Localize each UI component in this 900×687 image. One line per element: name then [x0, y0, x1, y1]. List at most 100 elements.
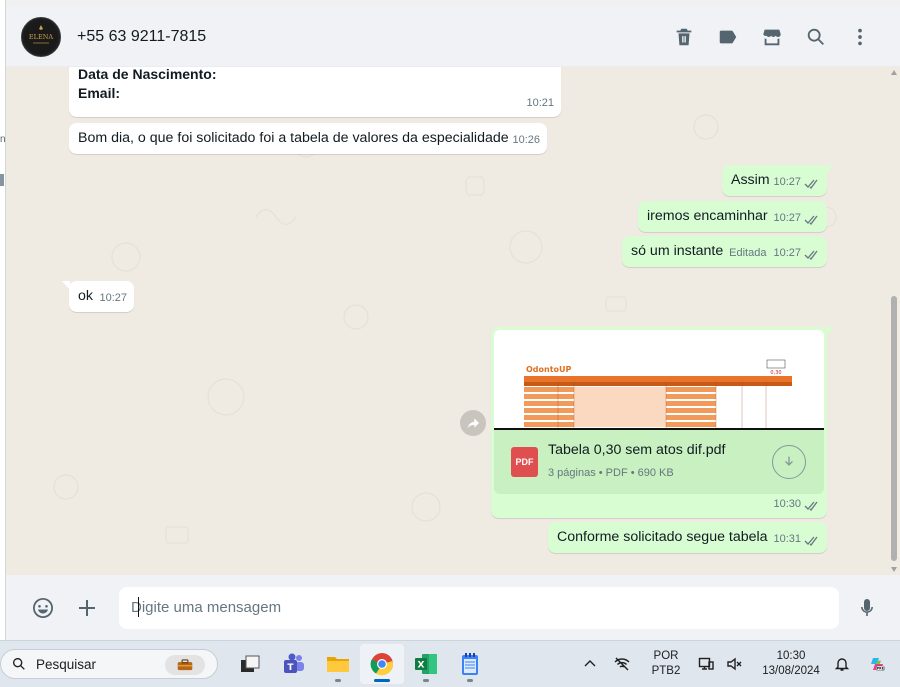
double-check-icon [804, 499, 820, 511]
notepad-icon [462, 653, 478, 675]
avatar[interactable]: ELENA [21, 16, 61, 57]
document-preview-image: OdontoUP 0,30 [494, 330, 824, 428]
message-time: 10:31 [773, 530, 820, 549]
language-indicator[interactable]: POR PTB2 [646, 649, 686, 679]
taskbar-excel[interactable]: X [404, 644, 448, 684]
document-preview[interactable]: OdontoUP 0,30 [494, 330, 824, 430]
outgoing-message[interactable]: iremos encaminhar 10:27 [638, 201, 827, 232]
keyboard-layout: PTB2 [651, 665, 681, 677]
emoji-icon [33, 597, 53, 618]
avatar-logo-icon: ELENA [24, 19, 58, 54]
search-icon [807, 28, 824, 45]
chat-header: ELENA +55 63 9211-7815 [6, 7, 900, 67]
download-button[interactable] [772, 445, 806, 479]
taskbar: Pesquisar T X POR PTB2 10:30 13/08/2024 … [0, 640, 900, 687]
scroll-down-arrow-icon[interactable] [891, 567, 897, 572]
show-hidden-icons-button[interactable] [576, 656, 604, 672]
clock-date: 13/08/2024 [762, 665, 820, 677]
catalog-button[interactable] [750, 17, 794, 57]
outgoing-message[interactable]: Assim 10:27 [722, 165, 834, 196]
taskbar-search-label: Pesquisar [36, 656, 97, 672]
message-text: Assim [731, 172, 770, 188]
message-text: Conforme solicitado segue tabela [557, 529, 768, 545]
message-time: 10:27 [773, 209, 820, 228]
left-panel-fragment [0, 174, 4, 186]
scrollbar-thumb[interactable] [891, 296, 897, 561]
message-text: ok [78, 288, 93, 304]
excel-icon: X [415, 654, 437, 674]
volume-button[interactable] [720, 656, 748, 672]
chrome-icon [370, 653, 394, 676]
running-indicator [467, 679, 473, 682]
double-check-icon [804, 248, 820, 260]
system-tray: POR PTB2 10:30 13/08/2024 PRE [576, 641, 900, 687]
store-icon [763, 29, 781, 45]
outgoing-message[interactable]: só um instante Editada 10:27 [622, 236, 827, 267]
monitor-icon [698, 657, 714, 670]
message-composer [6, 575, 900, 640]
taskbar-notepad[interactable] [448, 644, 492, 684]
attach-button[interactable] [65, 586, 109, 630]
text-caret [138, 597, 139, 617]
menu-button[interactable] [838, 17, 882, 57]
incoming-message[interactable]: Bom dia, o que foi solicitado foi a tabe… [69, 123, 547, 154]
svg-text:PRE: PRE [877, 667, 885, 671]
display-button[interactable] [692, 656, 720, 672]
active-indicator [374, 679, 390, 682]
label-button[interactable] [706, 17, 750, 57]
message-line: Data de Nascimento: [78, 67, 217, 82]
double-check-icon [804, 213, 820, 225]
message-time: 10:21 [526, 97, 554, 109]
message-text: iremos encaminhar [647, 208, 768, 224]
notifications-button[interactable] [828, 656, 856, 672]
volume-muted-icon [727, 657, 742, 671]
bell-icon [834, 658, 850, 671]
message-time: Editada 10:27 [729, 244, 820, 263]
svg-text:OdontoUP: OdontoUP [526, 365, 572, 374]
running-indicator [335, 679, 341, 682]
taskbar-file-explorer[interactable] [316, 644, 360, 684]
trash-icon [676, 28, 692, 45]
clock[interactable]: 10:30 13/08/2024 [758, 649, 824, 679]
incoming-message-form[interactable]: Data de Nascimento: Email: 10:21 [69, 67, 561, 117]
plus-icon [79, 599, 95, 616]
outgoing-document-message[interactable]: OdontoUP 0,30 PDF Tabela 0,30 sem atos d… [491, 327, 834, 518]
message-line: Email: [78, 85, 121, 101]
svg-text:0,30: 0,30 [770, 370, 781, 376]
teams-icon: T [284, 653, 304, 673]
forward-button[interactable] [460, 410, 486, 436]
copilot-button[interactable]: PRE [862, 656, 892, 672]
search-icon [13, 658, 25, 670]
download-icon [785, 456, 793, 466]
double-check-icon [804, 534, 820, 546]
document-info[interactable]: PDF Tabela 0,30 sem atos dif.pdf 3 págin… [494, 430, 824, 494]
message-text: só um instante [631, 243, 724, 259]
taskbar-teams[interactable]: T [272, 644, 316, 684]
delete-chat-button[interactable] [662, 17, 706, 57]
microphone-icon [861, 598, 873, 616]
message-input[interactable] [119, 586, 839, 629]
taskbar-chrome[interactable] [360, 644, 404, 684]
emoji-button[interactable] [21, 586, 65, 630]
network-status-button[interactable] [608, 656, 636, 672]
chat-area[interactable]: Data de Nascimento: Email: 10:21 Bom dia… [6, 67, 900, 575]
taskbar-search[interactable]: Pesquisar [0, 649, 218, 679]
incoming-message[interactable]: ok 10:27 [62, 281, 134, 312]
svg-text:T: T [287, 663, 294, 673]
search-button[interactable] [794, 17, 838, 57]
outgoing-message[interactable]: Conforme solicitado segue tabela 10:31 [548, 522, 827, 553]
message-time: 10:27 [99, 292, 127, 304]
scrollbar[interactable] [891, 67, 898, 575]
document-meta: 3 páginas • PDF • 690 KB [548, 467, 674, 479]
forward-icon [467, 418, 479, 429]
double-check-icon [804, 177, 820, 189]
clock-time: 10:30 [776, 650, 806, 662]
contact-name[interactable]: +55 63 9211-7815 [77, 28, 206, 46]
voice-button[interactable] [845, 586, 889, 630]
message-time: 10:26 [512, 134, 540, 146]
chevron-up-icon [584, 660, 596, 667]
message-time: 10:27 [773, 173, 820, 192]
taskbar-task-view[interactable] [228, 644, 272, 684]
scroll-up-arrow-icon[interactable] [891, 70, 897, 75]
edited-label: Editada [729, 247, 767, 259]
